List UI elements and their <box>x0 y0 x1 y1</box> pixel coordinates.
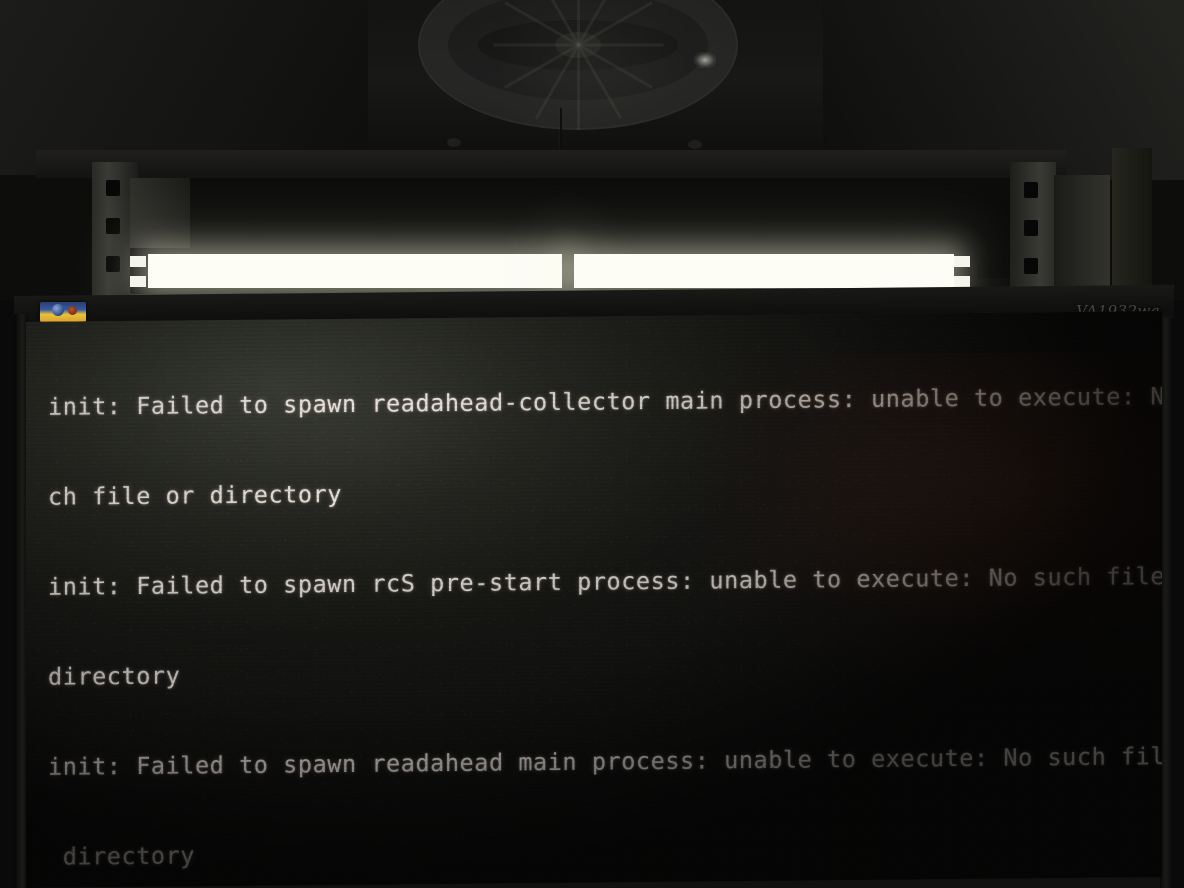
light-endcap-right-top <box>954 256 970 267</box>
light-endcap-left-top <box>130 256 146 267</box>
monitor: VA1932wa init: Failed to spawn readahead… <box>14 284 1174 888</box>
light-tube-segment-1 <box>148 254 562 288</box>
fan-screw-right <box>688 140 702 149</box>
light-tube-segment-2 <box>574 254 954 288</box>
terminal-output: init: Failed to spawn readahead-collecto… <box>48 321 1162 888</box>
terminal-line: ch file or directory <box>48 479 342 511</box>
terminal-line: init: Failed to spawn readahead-collecto… <box>48 381 1162 421</box>
terminal-line: init: Failed to spawn readahead main pro… <box>48 741 1162 781</box>
light-endcap-left-bottom <box>130 276 146 287</box>
terminal-line: directory <box>48 661 181 691</box>
terminal-line: directory <box>48 841 195 871</box>
rack-post-right <box>1112 148 1152 308</box>
monitor-bezel-right <box>1160 318 1174 888</box>
terminal-line: init: Failed to spawn rcS pre-start proc… <box>48 561 1162 601</box>
ceiling-panel-left <box>0 0 370 175</box>
photo-scene: VA1932wa init: Failed to spawn readahead… <box>0 0 1184 888</box>
rack-top-beam <box>36 150 1066 178</box>
fan-screw-left <box>447 138 461 147</box>
fan-specular-highlight <box>694 52 716 68</box>
light-endcap-right-bottom <box>954 276 970 287</box>
monitor-screen: init: Failed to spawn readahead-collecto… <box>26 311 1162 888</box>
vendor-sticker-icon <box>40 302 86 322</box>
